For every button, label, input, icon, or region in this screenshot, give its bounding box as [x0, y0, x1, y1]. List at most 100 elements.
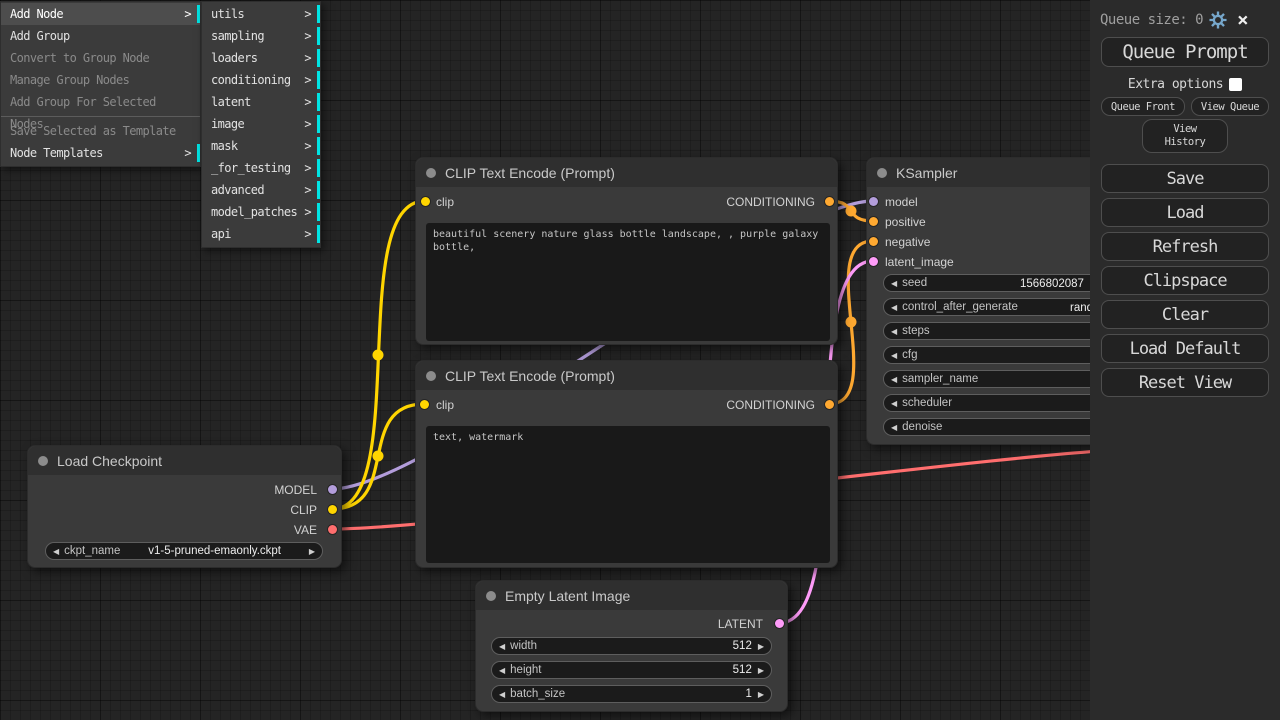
submenu-item-conditioning[interactable]: conditioning >: [202, 69, 320, 91]
clear-button[interactable]: Clear: [1101, 300, 1269, 329]
stepper-left-icon[interactable]: ◀: [891, 327, 897, 336]
output-label-latent: LATENT: [718, 617, 763, 631]
queue-front-button[interactable]: Queue Front: [1101, 97, 1185, 116]
stepper-left-icon[interactable]: ◀: [53, 547, 59, 556]
widget-ckpt-name[interactable]: ◀ ckpt_name v1-5-pruned-emaonly.ckpt ▶: [45, 542, 323, 560]
menu-item-convert-to-group-node: Convert to Group Node: [1, 47, 200, 69]
menu-item-node-templates[interactable]: Node Templates >: [1, 142, 200, 164]
stepper-left-icon[interactable]: ◀: [499, 642, 505, 651]
input-port-clip[interactable]: [420, 400, 429, 409]
refresh-button[interactable]: Refresh: [1101, 232, 1269, 261]
stepper-left-icon[interactable]: ◀: [891, 279, 897, 288]
menu-item-save-selected-as-template: Save Selected as Template: [1, 120, 200, 142]
input-port-clip[interactable]: [421, 197, 430, 206]
node-clip-text-encode-positive[interactable]: CLIP Text Encode (Prompt) clip CONDITION…: [415, 157, 838, 345]
output-port-conditioning[interactable]: [825, 400, 834, 409]
reset-view-button[interactable]: Reset View: [1101, 368, 1269, 397]
submenu-item-model-patches[interactable]: model_patches >: [202, 201, 320, 223]
submenu-item-api[interactable]: api >: [202, 223, 320, 245]
context-submenu: utils > sampling > loaders > conditionin…: [201, 1, 321, 248]
graph-canvas[interactable]: Load Checkpoint MODEL CLIP VAE ◀ ckpt_na…: [0, 0, 1280, 720]
output-port-latent[interactable]: [775, 619, 784, 628]
node-title-bar[interactable]: Empty Latent Image: [476, 581, 787, 610]
node-title-bar[interactable]: Load Checkpoint: [28, 446, 341, 475]
stepper-right-icon[interactable]: ▶: [758, 666, 764, 675]
input-label-model: model: [885, 195, 918, 209]
submenu-arrow-icon: >: [304, 91, 311, 113]
submenu-item-utils[interactable]: utils >: [202, 3, 320, 25]
widget-height[interactable]: ◀ height 512 ▶: [491, 661, 772, 679]
collapse-dot-icon[interactable]: [426, 168, 436, 178]
close-icon[interactable]: ×: [1237, 11, 1248, 29]
submenu-arrow-icon: >: [184, 142, 191, 164]
submenu-item-latent[interactable]: latent >: [202, 91, 320, 113]
node-title-bar[interactable]: CLIP Text Encode (Prompt): [416, 158, 837, 187]
submenu-item-image[interactable]: image >: [202, 113, 320, 135]
node-title-bar[interactable]: CLIP Text Encode (Prompt): [416, 361, 837, 390]
stepper-left-icon[interactable]: ◀: [891, 423, 897, 432]
output-port-vae[interactable]: [328, 525, 337, 534]
submenu-arrow-icon: >: [304, 135, 311, 157]
submenu-arrow-icon: >: [304, 69, 311, 91]
submenu-arrow-icon: >: [304, 157, 311, 179]
stepper-left-icon[interactable]: ◀: [891, 351, 897, 360]
extra-options-checkbox[interactable]: [1229, 78, 1242, 91]
menu-item-add-group[interactable]: Add Group: [1, 25, 200, 47]
node-empty-latent-image[interactable]: Empty Latent Image LATENT ◀ width 512 ▶ …: [475, 580, 788, 712]
widget-batch-size[interactable]: ◀ batch_size 1 ▶: [491, 685, 772, 703]
queue-prompt-button[interactable]: Queue Prompt: [1101, 37, 1269, 67]
submenu-arrow-icon: >: [304, 47, 311, 69]
collapse-dot-icon[interactable]: [486, 591, 496, 601]
input-port-negative[interactable]: [869, 237, 878, 246]
output-port-conditioning[interactable]: [825, 197, 834, 206]
widget-width[interactable]: ◀ width 512 ▶: [491, 637, 772, 655]
output-port-model[interactable]: [328, 485, 337, 494]
stepper-right-icon[interactable]: ▶: [309, 547, 315, 556]
submenu-item-loaders[interactable]: loaders >: [202, 47, 320, 69]
input-port-latent-image[interactable]: [869, 257, 878, 266]
node-title: KSampler: [896, 165, 957, 181]
save-button[interactable]: Save: [1101, 164, 1269, 193]
submenu-arrow-icon: >: [304, 113, 311, 135]
menu-item-add-node[interactable]: Add Node >: [1, 3, 200, 25]
submenu-item-sampling[interactable]: sampling >: [202, 25, 320, 47]
prompt-textarea[interactable]: beautiful scenery nature glass bottle la…: [426, 223, 830, 341]
stepper-left-icon[interactable]: ◀: [499, 666, 505, 675]
node-title: Load Checkpoint: [57, 453, 162, 469]
output-label-vae: VAE: [294, 523, 317, 537]
prompt-textarea[interactable]: text, watermark: [426, 426, 830, 563]
stepper-right-icon[interactable]: ▶: [758, 690, 764, 699]
submenu-arrow-icon: >: [184, 3, 191, 25]
menu-item-manage-group-nodes: Manage Group Nodes: [1, 69, 200, 91]
collapse-dot-icon[interactable]: [426, 371, 436, 381]
view-history-button[interactable]: View History: [1142, 119, 1228, 153]
collapse-dot-icon[interactable]: [38, 456, 48, 466]
load-button[interactable]: Load: [1101, 198, 1269, 227]
input-port-model[interactable]: [869, 197, 878, 206]
stepper-left-icon[interactable]: ◀: [499, 690, 505, 699]
wire-clip-2: [332, 404, 424, 509]
load-default-button[interactable]: Load Default: [1101, 334, 1269, 363]
submenu-item-for-testing[interactable]: _for_testing >: [202, 157, 320, 179]
output-port-clip[interactable]: [328, 505, 337, 514]
queue-size-label: Queue size: 0: [1100, 12, 1203, 28]
stepper-right-icon[interactable]: ▶: [758, 642, 764, 651]
node-clip-text-encode-negative[interactable]: CLIP Text Encode (Prompt) clip CONDITION…: [415, 360, 838, 568]
widget-label: ckpt_name: [64, 545, 120, 557]
submenu-item-advanced[interactable]: advanced >: [202, 179, 320, 201]
stepper-left-icon[interactable]: ◀: [891, 375, 897, 384]
settings-gear-icon[interactable]: [1209, 11, 1227, 29]
submenu-item-mask[interactable]: mask >: [202, 135, 320, 157]
collapse-dot-icon[interactable]: [877, 168, 887, 178]
stepper-left-icon[interactable]: ◀: [891, 399, 897, 408]
widget-label: steps: [902, 325, 930, 337]
view-queue-button[interactable]: View Queue: [1191, 97, 1269, 116]
input-port-positive[interactable]: [869, 217, 878, 226]
node-title: CLIP Text Encode (Prompt): [445, 368, 615, 384]
node-load-checkpoint[interactable]: Load Checkpoint MODEL CLIP VAE ◀ ckpt_na…: [27, 445, 342, 568]
widget-value: 512: [733, 664, 752, 676]
stepper-left-icon[interactable]: ◀: [891, 303, 897, 312]
widget-label: seed: [902, 277, 927, 289]
clipspace-button[interactable]: Clipspace: [1101, 266, 1269, 295]
wire-clip-1: [332, 201, 425, 509]
